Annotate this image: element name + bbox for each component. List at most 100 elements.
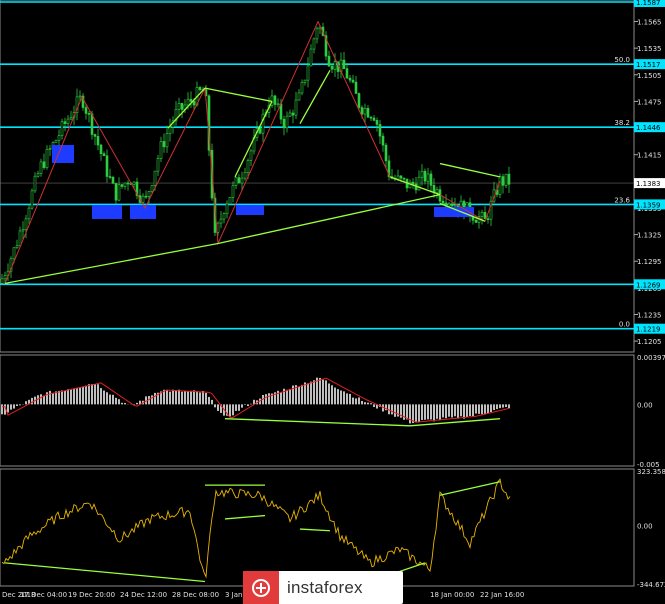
- candle-body: [240, 177, 244, 184]
- macd-bar: [121, 402, 123, 405]
- candle-body: [66, 118, 70, 124]
- candle-body: [27, 207, 31, 220]
- macd-bar: [448, 404, 450, 417]
- macd-panel: [1, 377, 510, 427]
- candle-body: [450, 203, 454, 207]
- macd-bar: [88, 384, 90, 405]
- candle-body: [243, 172, 247, 179]
- macd-bar: [442, 404, 444, 418]
- macd-bar: [76, 387, 78, 405]
- candle-body: [144, 195, 148, 198]
- cci-trend-0: [4, 562, 206, 583]
- macd-bar: [58, 390, 60, 405]
- x-tick-label-4: 28 Dec 08:00: [172, 591, 219, 599]
- fib-tag-text-1: 1.1517: [636, 61, 661, 69]
- candle-body: [165, 133, 169, 148]
- macd-bar: [331, 385, 333, 405]
- candle-body: [192, 101, 196, 106]
- candle-body: [342, 59, 346, 69]
- candle-body: [288, 112, 292, 117]
- candle-body: [15, 245, 19, 249]
- macd-bar: [229, 404, 231, 417]
- macd-bar: [430, 404, 432, 420]
- cci-trend-5: [439, 481, 501, 496]
- macd-bar: [19, 404, 21, 406]
- zigzag-line: [4, 20, 501, 284]
- macd-bar: [493, 404, 495, 411]
- macd-bar: [154, 392, 156, 405]
- cci-tick-label-0: 323.3582: [637, 468, 665, 476]
- macd-tick-label-1: 0.00: [637, 401, 653, 409]
- y-axis-labels: 1.15651.15351.15051.14751.14451.14151.13…: [634, 19, 665, 589]
- macd-bar: [115, 397, 117, 405]
- candle-body: [225, 203, 229, 215]
- macd-bar: [481, 404, 483, 415]
- candle-body: [429, 173, 433, 186]
- candle-body: [156, 158, 160, 172]
- macd-bar: [307, 383, 309, 405]
- zone-box-2: [130, 205, 156, 219]
- macd-bar: [208, 396, 210, 405]
- price-tick-label-0: 1.1565: [637, 19, 662, 27]
- candle-body: [345, 68, 349, 79]
- candle-body: [168, 126, 172, 135]
- macd-bar: [322, 379, 324, 405]
- candle-body: [411, 181, 415, 185]
- price-tick-label-3: 1.1475: [637, 98, 662, 106]
- price-overlays: [4, 20, 501, 285]
- macd-bar: [361, 401, 363, 405]
- macd-bar: [445, 404, 447, 419]
- candle-body: [447, 203, 451, 207]
- candle-body: [63, 121, 67, 124]
- candle-body: [498, 176, 502, 195]
- macd-bar: [496, 404, 498, 410]
- cci-panel: [1, 478, 511, 583]
- candle-body: [99, 144, 103, 155]
- x-tick-label-5: 3 Jan: [225, 591, 242, 599]
- macd-bar: [166, 389, 168, 405]
- macd-bar: [370, 403, 372, 405]
- macd-bar: [343, 391, 345, 405]
- macd-bar: [508, 404, 510, 409]
- macd-bar: [70, 388, 72, 405]
- candle-body: [90, 113, 94, 135]
- fib-pct-1: 50.0: [614, 56, 630, 64]
- candle-body: [42, 161, 46, 168]
- x-tick-label-1: 17 Dec 04:00: [20, 591, 67, 599]
- candle-body: [303, 79, 307, 83]
- zone-box-1: [92, 205, 122, 219]
- cci-trend-3: [299, 528, 331, 532]
- instaforex-logo: instaforex: [243, 571, 403, 604]
- macd-bar: [313, 380, 315, 405]
- cci-panel-frame: [0, 468, 635, 587]
- macd-bar: [301, 384, 303, 405]
- candle-body: [435, 189, 439, 194]
- candle-body: [105, 155, 109, 177]
- macd-bar: [52, 393, 54, 405]
- candle-body: [273, 95, 277, 105]
- macd-bar: [478, 404, 480, 414]
- macd-bar: [352, 397, 354, 405]
- macd-bar: [490, 404, 492, 413]
- macd-bar: [304, 382, 306, 405]
- macd-bar: [367, 402, 369, 405]
- macd-bar: [73, 388, 75, 405]
- price-tick-label-11: 1.1235: [637, 311, 662, 319]
- macd-bar: [25, 401, 27, 405]
- macd-bar: [418, 404, 420, 422]
- macd-bar: [241, 404, 243, 408]
- fib-tag-text-3: 1.1359: [636, 201, 661, 209]
- candle-body: [150, 185, 154, 192]
- trend-line-0: [4, 242, 219, 285]
- candle-body: [78, 95, 82, 98]
- candle-body: [354, 81, 358, 94]
- macd-bar: [55, 391, 57, 405]
- macd-bar: [406, 404, 408, 420]
- candle-body: [102, 153, 106, 157]
- candle-body: [30, 190, 34, 209]
- macd-bar: [109, 394, 111, 405]
- candle-body: [402, 177, 406, 180]
- candle-body: [297, 92, 301, 101]
- logo-text: instaforex: [287, 577, 363, 597]
- macd-bar: [172, 389, 174, 405]
